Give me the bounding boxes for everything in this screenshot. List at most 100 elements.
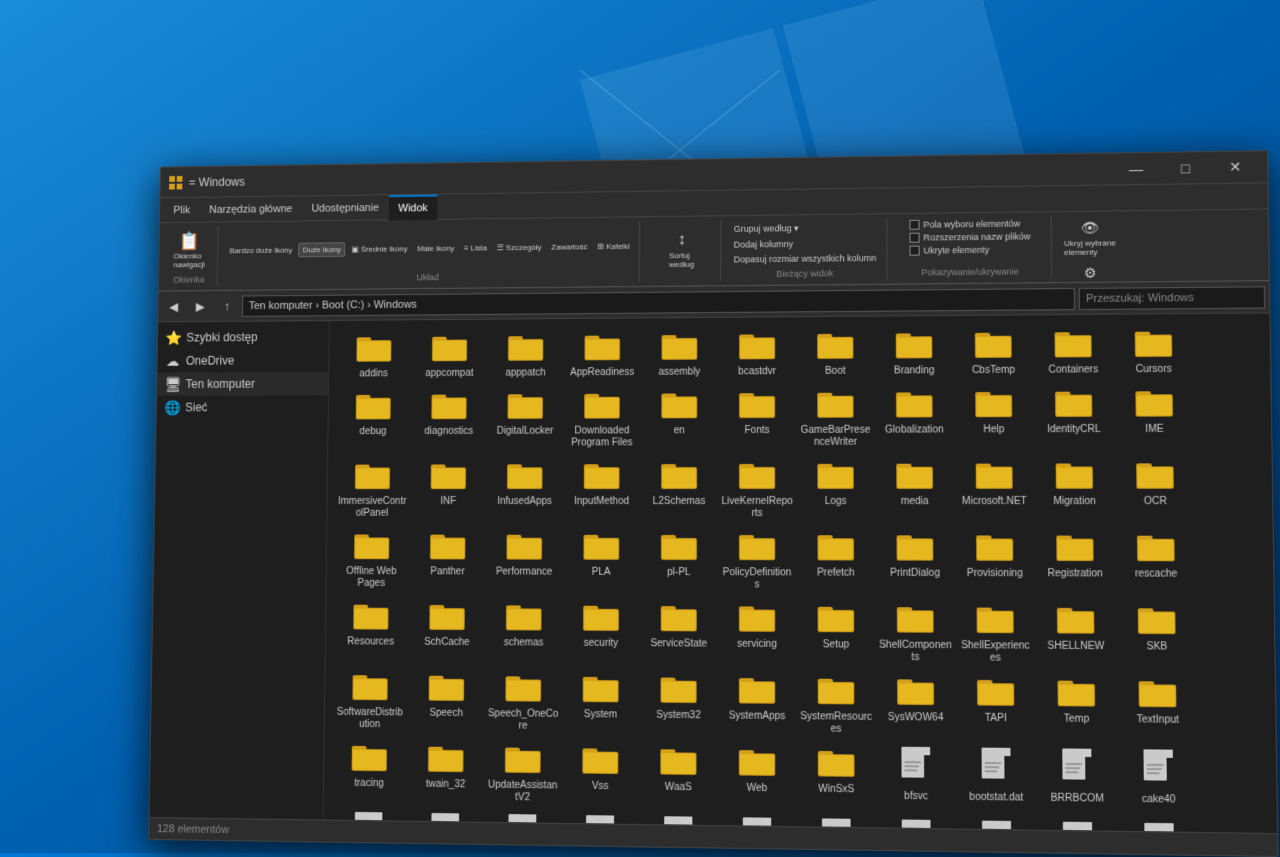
file-item[interactable]: Speech: [409, 667, 484, 737]
sidebar-item-onedrive[interactable]: ☁ OneDrive: [157, 348, 328, 372]
file-item[interactable]: ShellExperiences: [956, 598, 1035, 669]
forward-button[interactable]: ▶: [189, 294, 212, 317]
file-item[interactable]: Boot: [797, 325, 874, 382]
file-item[interactable]: tracing: [332, 737, 407, 807]
file-item[interactable]: Microsoft.NET: [955, 454, 1033, 524]
file-item[interactable]: IME: [1115, 382, 1195, 452]
back-button[interactable]: ◀: [162, 295, 185, 318]
file-item[interactable]: BRRBCOM: [1037, 744, 1117, 816]
file-item[interactable]: Panther: [410, 526, 485, 595]
file-item[interactable]: LiveKernelReports: [719, 455, 795, 524]
sidebar-item-this-pc[interactable]: 🖥 Ten komputer: [157, 372, 328, 396]
btn-ukryj-wybrane[interactable]: 👁 Ukryj wybraneelementy: [1060, 217, 1121, 259]
file-item[interactable]: schemas: [486, 596, 561, 665]
btn-szczegoly[interactable]: ☰ Szczegóły: [493, 240, 546, 253]
file-item[interactable]: addins: [337, 328, 411, 384]
tab-plik[interactable]: Plik: [164, 197, 200, 222]
file-item[interactable]: System32: [640, 668, 716, 738]
file-item[interactable]: TextInput: [1118, 672, 1198, 744]
file-item[interactable]: pl-PL: [641, 526, 717, 595]
file-item[interactable]: L2Schemas: [641, 455, 717, 524]
sidebar-item-network[interactable]: 🌐 Sieć: [156, 395, 328, 419]
file-item[interactable]: ServiceState: [641, 597, 717, 667]
btn-zawartosc[interactable]: Zawartość: [547, 240, 591, 253]
tab-narzedzia[interactable]: Narzędzia główne: [199, 196, 302, 222]
up-button[interactable]: ↑: [215, 294, 238, 317]
file-item[interactable]: Globalization: [876, 383, 953, 453]
btn-male[interactable]: Małe ikony: [413, 241, 458, 254]
file-item[interactable]: Logs: [797, 455, 874, 524]
file-item[interactable]: Downloaded Program Files: [564, 385, 639, 454]
file-item[interactable]: Setup: [797, 598, 874, 668]
file-item[interactable]: Web: [719, 741, 796, 812]
file-item[interactable]: PrintDialog: [876, 526, 954, 596]
file-item[interactable]: Fonts: [719, 384, 795, 453]
checkbox-ukryte[interactable]: Ukryte elementy: [909, 245, 989, 256]
file-item[interactable]: Offline Web Pages: [334, 526, 409, 594]
file-item[interactable]: CbsTemp: [954, 323, 1032, 381]
file-item[interactable]: apppatch: [488, 327, 563, 384]
close-button[interactable]: ✕: [1211, 151, 1259, 184]
file-item[interactable]: UpdateAssistantV2: [485, 738, 561, 808]
file-item[interactable]: Performance: [487, 526, 562, 595]
btn-duze[interactable]: Duże ikony: [298, 242, 346, 257]
file-item[interactable]: InputMethod: [564, 455, 640, 524]
file-item[interactable]: bootstat.dat: [957, 743, 1036, 815]
file-item[interactable]: twain_32: [408, 737, 483, 807]
file-item[interactable]: SystemApps: [719, 669, 796, 740]
file-item[interactable]: InfusedApps: [487, 455, 562, 524]
file-item[interactable]: Temp: [1037, 671, 1117, 743]
file-item[interactable]: bcastdvr: [719, 325, 795, 382]
file-item[interactable]: DigitalLocker: [488, 385, 563, 453]
file-item[interactable]: SoftwareDistribution: [332, 666, 407, 735]
minimize-button[interactable]: —: [1112, 152, 1160, 185]
file-item[interactable]: debug: [336, 386, 410, 454]
file-item[interactable]: ShellComponents: [876, 598, 954, 669]
file-item[interactable]: INF: [411, 456, 486, 524]
file-item[interactable]: Help: [955, 383, 1033, 453]
file-item[interactable]: PolicyDefinitions: [719, 526, 795, 596]
file-item[interactable]: Migration: [1035, 454, 1114, 524]
file-item[interactable]: bfsvc: [877, 742, 955, 814]
file-item[interactable]: WaaS: [640, 740, 717, 811]
file-item[interactable]: Resources: [333, 596, 408, 665]
btn-grupuj[interactable]: Grupuj według ▾: [730, 221, 803, 237]
sidebar-item-quick-access[interactable]: ⭐ Szybki dostęp: [158, 325, 329, 350]
file-item[interactable]: en: [641, 384, 717, 453]
file-item[interactable]: media: [876, 455, 954, 525]
file-item[interactable]: SystemResources: [797, 669, 874, 740]
file-item[interactable]: Provisioning: [956, 526, 1034, 596]
file-item[interactable]: Speech_OneCore: [485, 667, 561, 737]
search-bar[interactable]: Przeszukaj: Windows: [1079, 286, 1265, 310]
tab-udostepnianie[interactable]: Udostępnianie: [302, 195, 389, 221]
btn-kafelki[interactable]: ⊞ Kafelki: [593, 239, 633, 252]
file-item[interactable]: diagnostics: [412, 386, 487, 454]
btn-bardzo-duze[interactable]: Bardzo duże ikony: [226, 243, 297, 256]
file-item[interactable]: PLA: [563, 526, 639, 595]
file-item[interactable]: OCR: [1115, 454, 1195, 524]
checkbox-rozszerzenia[interactable]: Rozszerzenia nazw plików: [909, 231, 1030, 242]
btn-lista[interactable]: ≡ Lista: [460, 241, 491, 254]
btn-srednie[interactable]: ▣ Średnie ikony: [347, 242, 411, 255]
checkbox-pola-wyboru[interactable]: Pola wyboru elementów: [909, 219, 1020, 230]
file-item[interactable]: Registration: [1036, 526, 1115, 597]
file-item[interactable]: Branding: [876, 324, 953, 381]
tab-widok[interactable]: Widok: [388, 194, 437, 220]
file-item[interactable]: WinSxS: [798, 742, 876, 813]
file-item[interactable]: Vss: [562, 739, 638, 810]
btn-dopasuj[interactable]: Dopasuj rozmiar wszystkich kolumn: [730, 251, 881, 266]
file-item[interactable]: rescache: [1116, 526, 1196, 597]
file-item[interactable]: security: [563, 597, 639, 667]
file-item[interactable]: AppReadiness: [565, 326, 640, 383]
file-item[interactable]: servicing: [719, 597, 796, 667]
btn-sortuj[interactable]: ↕ Sortujwedług: [665, 229, 698, 271]
file-item[interactable]: SKB: [1117, 599, 1197, 670]
file-item[interactable]: SchCache: [409, 596, 484, 665]
btn-dodaj-kolumny[interactable]: Dodaj kolumny: [730, 237, 797, 252]
file-item[interactable]: cake40: [1118, 745, 1198, 817]
file-item[interactable]: System: [563, 668, 639, 738]
file-item[interactable]: Cursors: [1114, 322, 1193, 380]
btn-okienko-nawigacji[interactable]: 📋 Okienkonawigacji: [170, 230, 209, 271]
file-item[interactable]: GameBarPresenceWriter: [797, 384, 874, 453]
file-item[interactable]: SHELLNEW: [1036, 599, 1115, 670]
